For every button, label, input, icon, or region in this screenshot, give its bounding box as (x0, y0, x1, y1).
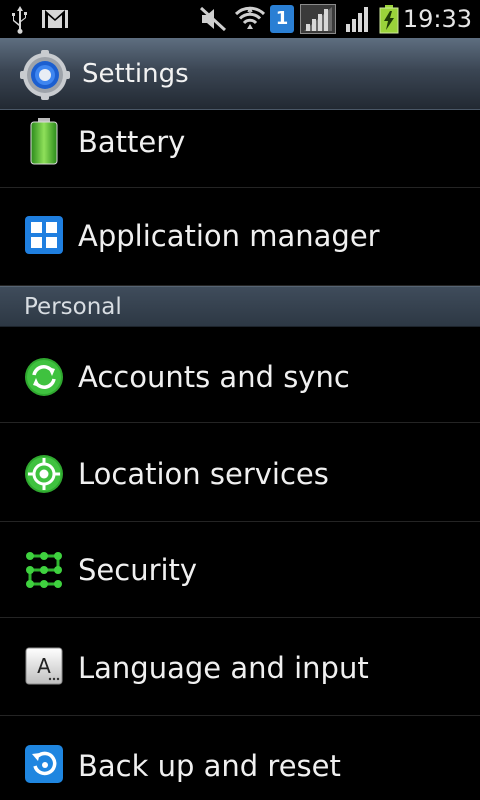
gmail-icon (42, 10, 68, 28)
settings-item-back-up-and-reset[interactable]: Back up and reset (0, 716, 480, 800)
settings-item-security[interactable]: Security (0, 522, 480, 618)
battery-icon (30, 118, 58, 165)
settings-item-accounts-and-sync[interactable]: Accounts and sync (0, 327, 480, 423)
pattern-lock-icon (26, 552, 62, 588)
location-icon (25, 455, 63, 493)
settings-item-battery[interactable]: Battery (0, 110, 480, 188)
settings-item-label: Back up and reset (78, 749, 341, 783)
settings-item-language-and-input[interactable]: A Language and input (0, 618, 480, 716)
settings-item-label: Location services (78, 457, 329, 491)
action-bar: Settings (0, 38, 480, 110)
wifi-icon (234, 6, 266, 29)
usb-icon (12, 6, 27, 34)
signal-icon (346, 7, 368, 32)
settings-gear-icon[interactable] (20, 50, 70, 100)
sim-badge: 1 (275, 8, 289, 29)
app-grid-icon (25, 216, 63, 254)
section-header-personal: Personal (0, 286, 480, 327)
backup-icon (25, 745, 63, 783)
page-title: Settings (82, 59, 189, 89)
settings-item-label: Battery (78, 125, 186, 159)
settings-item-application-manager[interactable]: Application manager (0, 188, 480, 286)
settings-screen: 1 19:33 Settings Battery Application man… (0, 0, 480, 800)
settings-item-location-services[interactable]: Location services (0, 424, 480, 522)
settings-item-label: Accounts and sync (78, 360, 350, 394)
sync-icon (25, 358, 63, 396)
section-label: Personal (24, 294, 122, 320)
settings-item-label: Security (78, 553, 198, 587)
settings-item-label: Language and input (78, 651, 369, 685)
sim-icon: 1 (270, 5, 294, 33)
status-time: 19:33 (402, 5, 472, 33)
keyboard-a-icon: A (25, 647, 63, 685)
signal-icon (300, 4, 336, 34)
mute-icon (199, 6, 227, 32)
status-bar: 1 19:33 (0, 0, 480, 38)
svg-text:A: A (37, 654, 51, 678)
battery-charging-icon (379, 5, 399, 34)
settings-item-label: Application manager (78, 219, 380, 253)
